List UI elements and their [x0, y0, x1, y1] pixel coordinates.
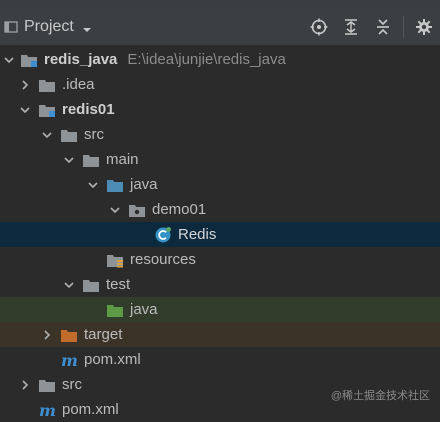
- folder-icon: [38, 377, 56, 393]
- chevron-down-icon[interactable]: [18, 103, 32, 117]
- project-view-icon: [4, 20, 18, 34]
- chevron-right-icon[interactable]: [18, 78, 32, 92]
- tree-item-java-test[interactable]: java: [0, 297, 440, 322]
- tree-item-redis-java[interactable]: redis_java E:\idea\junjie\redis_java: [0, 47, 440, 72]
- chevron-down-icon[interactable]: [40, 128, 54, 142]
- tree-item-label: resources: [130, 251, 196, 268]
- excluded-folder-icon: [60, 327, 78, 343]
- module-folder-icon: [20, 52, 38, 68]
- resources-folder-icon: [106, 252, 124, 268]
- tree-item-test[interactable]: test: [0, 272, 440, 297]
- tree-item-label: redis01: [62, 101, 115, 118]
- source-folder-icon: [106, 177, 124, 193]
- chevron-right-icon[interactable]: [18, 378, 32, 392]
- tree-item-demo01[interactable]: demo01: [0, 197, 440, 222]
- chevron-down-icon[interactable]: [2, 53, 16, 67]
- expand-all-icon[interactable]: [335, 8, 367, 46]
- tree-item-label: Redis: [178, 226, 216, 243]
- tree-item-src[interactable]: src: [0, 122, 440, 147]
- tree-item-label: main: [106, 151, 139, 168]
- tree-item-label: test: [106, 276, 130, 293]
- java-class-icon: [154, 227, 172, 243]
- toolbar-separator: [403, 16, 404, 38]
- tree-item-label: pom.xml: [84, 351, 141, 368]
- tree-item-label: redis_java: [44, 51, 117, 68]
- settings-icon[interactable]: [408, 8, 440, 46]
- tree-item-redis01[interactable]: redis01: [0, 97, 440, 122]
- folder-icon: [82, 277, 100, 293]
- tree-item-java-main[interactable]: java: [0, 172, 440, 197]
- collapse-all-icon[interactable]: [367, 8, 399, 46]
- tree-item-redis-class[interactable]: Redis: [0, 222, 440, 247]
- project-toolbar: Project: [0, 8, 440, 46]
- maven-file-icon: m: [38, 402, 56, 418]
- watermark: @稀土掘金技术社区: [331, 387, 430, 403]
- tree-item-label: demo01: [152, 201, 206, 218]
- maven-file-icon: m: [60, 352, 78, 368]
- folder-icon: [38, 77, 56, 93]
- folder-icon: [60, 127, 78, 143]
- tree-item-label: java: [130, 176, 158, 193]
- svg-text:m: m: [39, 402, 56, 418]
- chevron-right-icon[interactable]: [40, 328, 54, 342]
- test-source-folder-icon: [106, 302, 124, 318]
- chevron-down-icon[interactable]: [62, 153, 76, 167]
- tree-item-pom-module[interactable]: m pom.xml: [0, 347, 440, 372]
- chevron-down-icon[interactable]: [108, 203, 122, 217]
- project-view-title[interactable]: Project: [24, 18, 74, 36]
- locate-icon[interactable]: [303, 8, 335, 46]
- module-path: E:\idea\junjie\redis_java: [127, 51, 285, 68]
- package-folder-icon: [128, 202, 146, 218]
- tree-item-idea[interactable]: .idea: [0, 72, 440, 97]
- tree-item-target[interactable]: target: [0, 322, 440, 347]
- chevron-down-icon[interactable]: [82, 22, 92, 32]
- tree-item-label: src: [62, 376, 82, 393]
- svg-text:m: m: [61, 352, 78, 368]
- tree-item-label: pom.xml: [62, 401, 119, 418]
- folder-icon: [82, 152, 100, 168]
- tree-item-main[interactable]: main: [0, 147, 440, 172]
- chevron-down-icon[interactable]: [86, 178, 100, 192]
- chevron-down-icon[interactable]: [62, 278, 76, 292]
- tree-item-label: target: [84, 326, 122, 343]
- tree-item-label: java: [130, 301, 158, 318]
- tree-item-label: .idea: [62, 76, 95, 93]
- project-tree: redis_java E:\idea\junjie\redis_java .id…: [0, 47, 440, 413]
- module-folder-icon: [38, 102, 56, 118]
- tree-item-resources[interactable]: resources: [0, 247, 440, 272]
- tree-item-label: src: [84, 126, 104, 143]
